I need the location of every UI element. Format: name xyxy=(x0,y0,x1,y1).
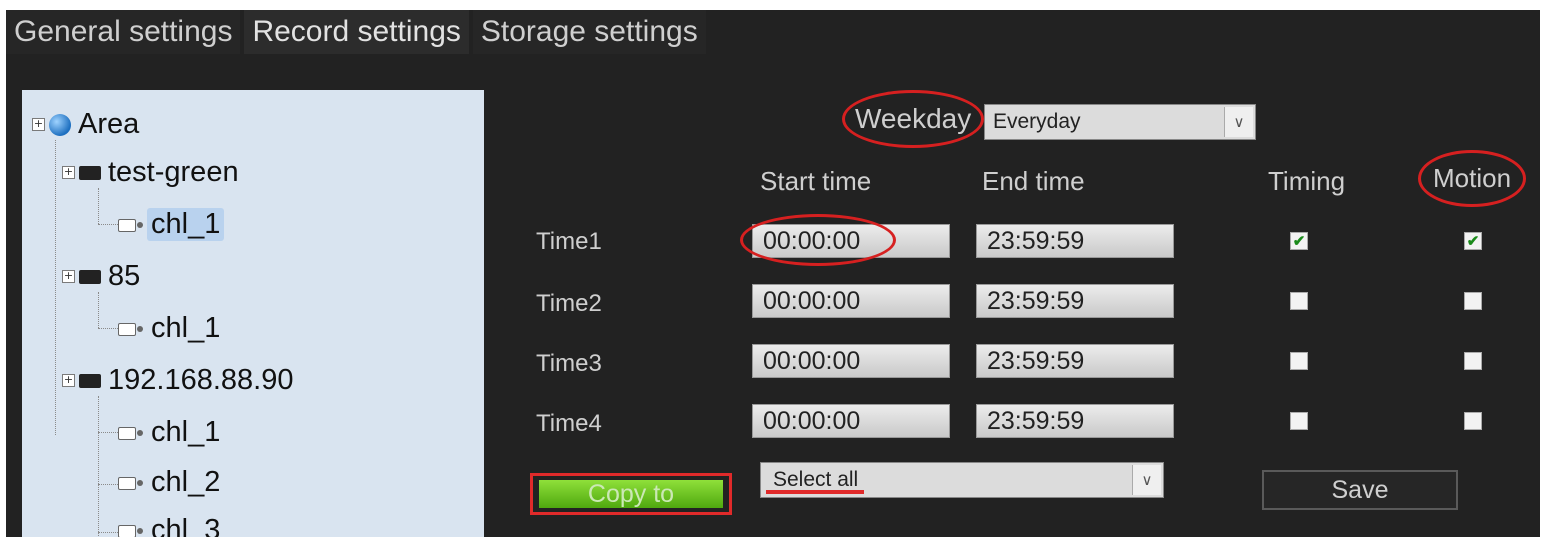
timing-header: Timing xyxy=(1268,166,1346,196)
tab-storage-settings[interactable]: Storage settings xyxy=(472,10,706,54)
tree-node-area[interactable]: + Area xyxy=(32,108,143,141)
tab-general-settings[interactable]: General settings xyxy=(6,10,241,54)
time-row-label: Time4 xyxy=(536,410,602,437)
weekday-label: Weekday xyxy=(842,90,985,148)
tree-node-device[interactable]: + test-green xyxy=(62,156,243,189)
expand-icon[interactable]: + xyxy=(32,118,45,131)
timing-checkbox[interactable] xyxy=(1290,352,1308,370)
motion-header: Motion xyxy=(1418,150,1527,207)
tree-node-channel[interactable]: chl_1 xyxy=(118,208,225,241)
globe-icon xyxy=(49,113,71,136)
tree-node-label: chl_2 xyxy=(151,466,221,498)
chevron-down-icon[interactable]: ∨ xyxy=(1224,107,1253,137)
tree-node-label: test-green xyxy=(108,156,239,188)
timing-checkbox[interactable] xyxy=(1290,412,1308,430)
start-time-header: Start time xyxy=(760,166,872,196)
time-row-label: Time3 xyxy=(536,350,602,377)
copy-to-label: Copy to xyxy=(539,480,723,508)
copy-target-value: Select all xyxy=(773,468,859,491)
device-icon xyxy=(79,269,101,284)
chevron-down-icon[interactable]: ∨ xyxy=(1132,465,1161,495)
start-time-input[interactable]: 00:00:00 xyxy=(752,284,950,318)
expand-icon[interactable]: + xyxy=(62,270,75,283)
timing-checkbox[interactable] xyxy=(1290,292,1308,310)
device-icon xyxy=(79,165,101,180)
tree-node-label: chl_3 xyxy=(151,514,221,537)
expand-icon[interactable]: + xyxy=(62,166,75,179)
tree-node-channel[interactable]: chl_1 xyxy=(118,416,224,449)
camera-icon xyxy=(118,321,144,337)
record-settings-window: General settings Record settings Storage… xyxy=(6,10,1540,537)
tree-node-channel[interactable]: chl_1 xyxy=(118,312,224,345)
weekday-select[interactable]: Everyday ∨ xyxy=(984,104,1256,140)
camera-icon xyxy=(118,425,144,441)
tree-node-device[interactable]: + 192.168.88.90 xyxy=(62,364,297,397)
camera-icon xyxy=(118,217,144,233)
end-time-input[interactable]: 23:59:59 xyxy=(976,224,1174,258)
motion-checkbox[interactable] xyxy=(1464,412,1482,430)
tree-node-channel[interactable]: chl_2 xyxy=(118,466,224,499)
tree-node-device[interactable]: + 85 xyxy=(62,260,144,293)
motion-checkbox[interactable]: ✔ xyxy=(1464,232,1482,250)
select-all-underline xyxy=(766,490,864,494)
end-time-header: End time xyxy=(982,166,1085,196)
time-row-label: Time2 xyxy=(536,290,602,317)
time-row-label: Time1 xyxy=(536,228,602,255)
end-time-input[interactable]: 23:59:59 xyxy=(976,404,1174,438)
tree-node-channel[interactable]: chl_3 xyxy=(118,514,224,537)
device-tree: + Area + test-green chl_1 + 85 chl_1 + 1… xyxy=(22,90,484,537)
camera-icon xyxy=(118,475,144,491)
end-time-input[interactable]: 23:59:59 xyxy=(976,284,1174,318)
device-icon xyxy=(79,373,101,388)
copy-to-button[interactable]: Copy to xyxy=(530,473,732,515)
timing-checkbox[interactable]: ✔ xyxy=(1290,232,1308,250)
camera-icon xyxy=(118,523,144,537)
motion-checkbox[interactable] xyxy=(1464,292,1482,310)
start-time-input[interactable]: 00:00:00 xyxy=(752,404,950,438)
expand-icon[interactable]: + xyxy=(62,374,75,387)
weekday-value: Everyday xyxy=(993,110,1081,133)
tab-record-settings[interactable]: Record settings xyxy=(244,10,469,54)
motion-checkbox[interactable] xyxy=(1464,352,1482,370)
save-button[interactable]: Save xyxy=(1262,470,1458,510)
start-time-highlight xyxy=(740,214,896,266)
end-time-input[interactable]: 23:59:59 xyxy=(976,344,1174,378)
start-time-input[interactable]: 00:00:00 xyxy=(752,344,950,378)
tree-node-label: chl_1 xyxy=(151,312,221,344)
tree-node-label: Area xyxy=(78,108,140,140)
tree-node-label: chl_1 xyxy=(151,416,221,448)
tab-bar: General settings Record settings Storage… xyxy=(6,10,710,54)
tree-node-label: 192.168.88.90 xyxy=(108,364,294,396)
tree-node-label: chl_1 xyxy=(147,208,225,241)
tree-node-label: 85 xyxy=(108,260,141,292)
